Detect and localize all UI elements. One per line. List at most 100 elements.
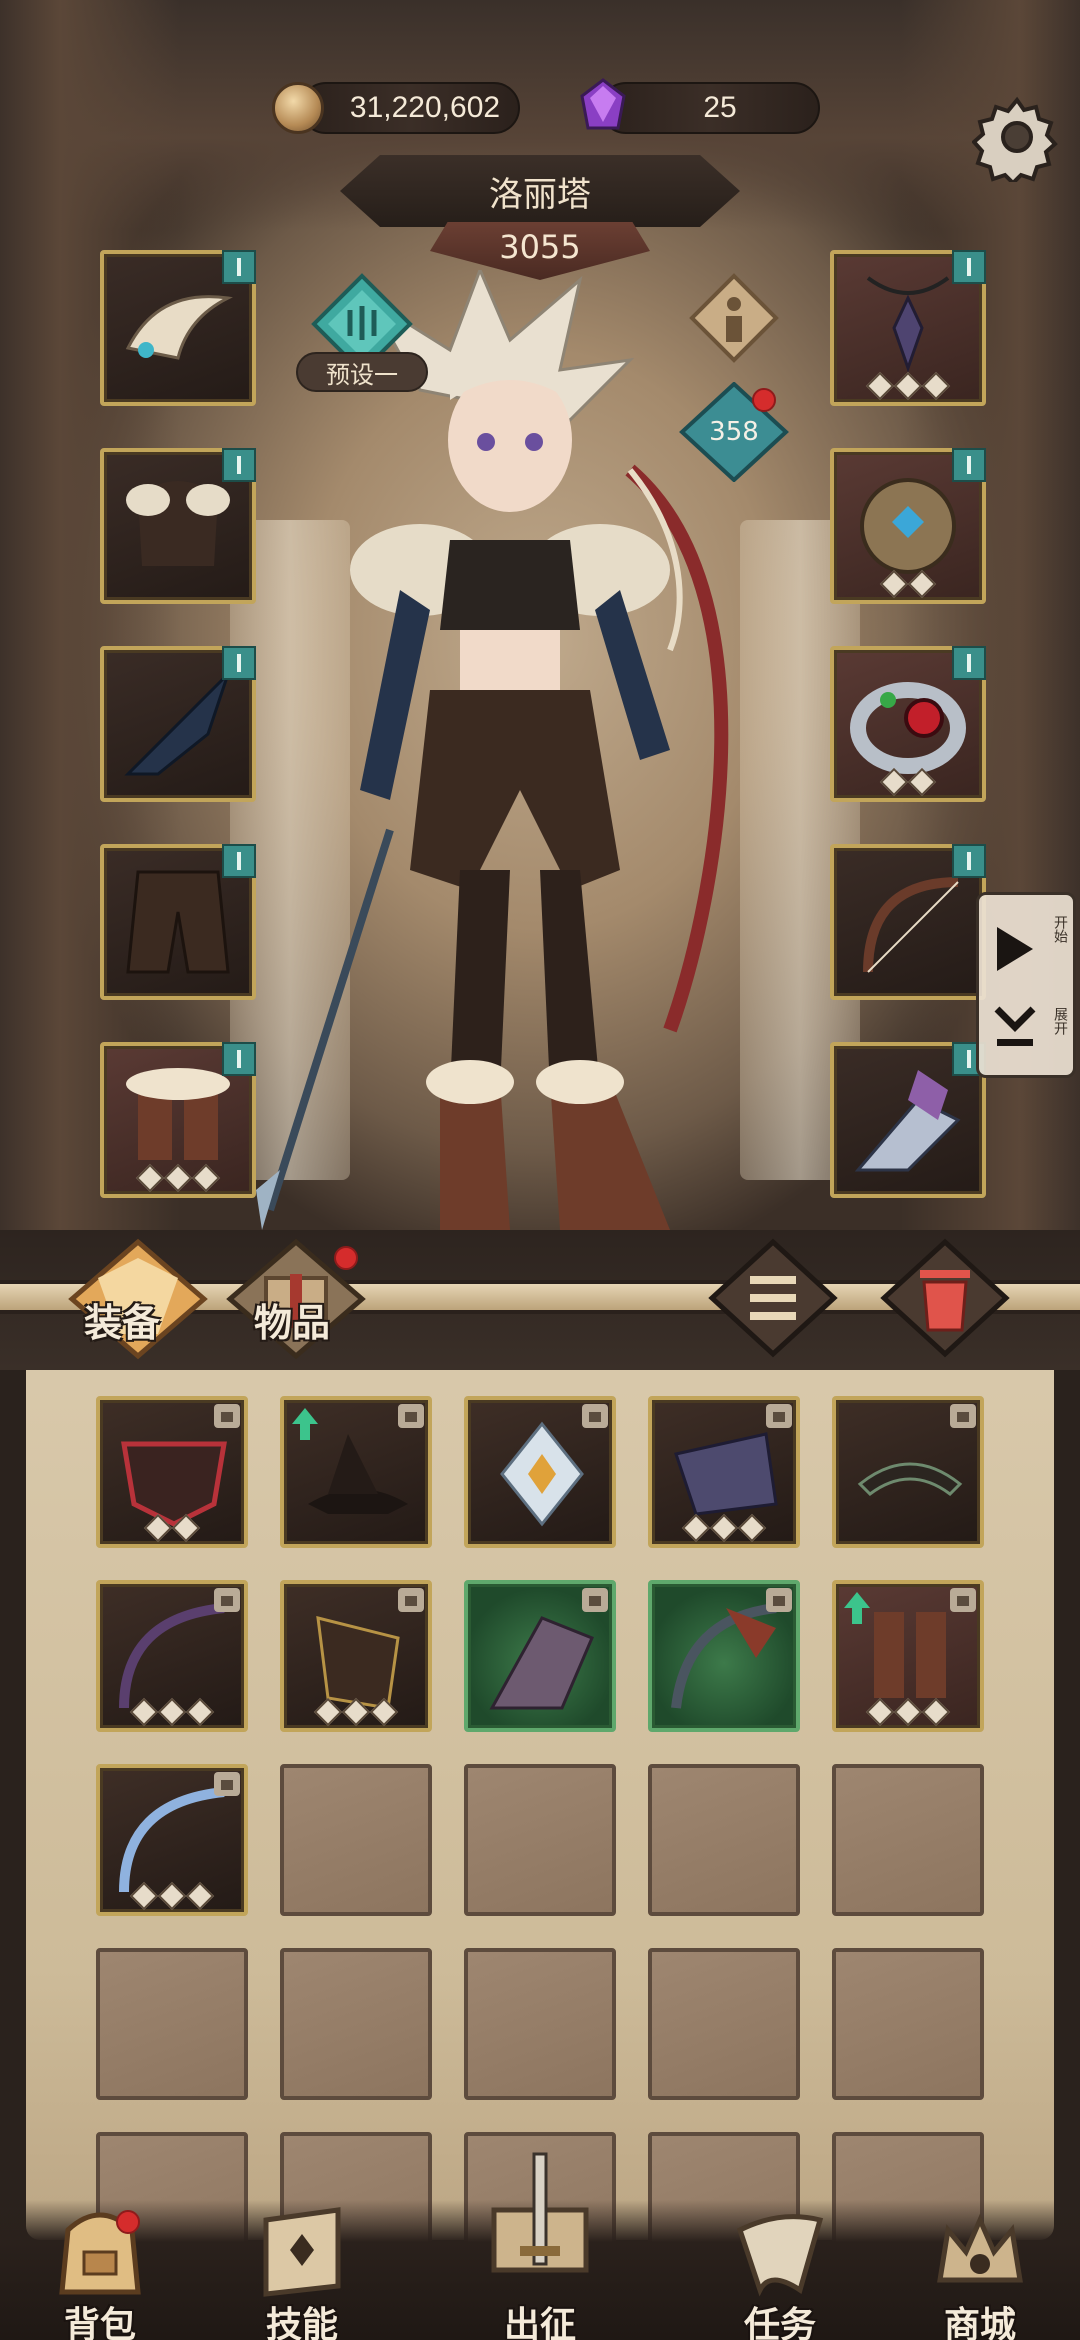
nav-label: 技能: [265, 2305, 338, 2340]
upgrade-arrow-icon: [292, 1408, 318, 1440]
hero-name-plate: 洛丽塔: [340, 155, 740, 227]
sword-banner-icon: [491, 2152, 589, 2273]
nav-expedition[interactable]: 出征: [460, 2150, 620, 2340]
rarity-pips: [129, 1881, 215, 1911]
inventory-slot[interactable]: [280, 1396, 432, 1548]
lock-icon[interactable]: [764, 1586, 794, 1614]
dark-gauntlet-icon: [124, 672, 230, 776]
lock-icon[interactable]: [212, 1402, 242, 1430]
gold-coin-icon: [272, 82, 324, 134]
rarity-pips: [879, 767, 937, 797]
gold-amount: 31,220,602: [349, 91, 501, 124]
feather-amulet-icon: [860, 478, 956, 574]
beast-skull-helm-icon: [489, 1616, 594, 1710]
inventory-slot-empty[interactable]: [464, 1764, 616, 1916]
nav-label: 背包: [63, 2305, 136, 2340]
lock-icon[interactable]: [580, 1586, 610, 1614]
hero-class-icon[interactable]: [688, 272, 780, 364]
rarity-pips: [313, 1697, 399, 1727]
equip-slot-offhand[interactable]: [830, 1042, 986, 1198]
lock-icon[interactable]: [948, 1402, 978, 1430]
ruby-ring-icon: [850, 682, 966, 774]
equip-slot-amulet[interactable]: [830, 448, 986, 604]
lock-icon[interactable]: [764, 1402, 794, 1430]
equip-slot-necklace[interactable]: [830, 250, 986, 406]
slot-tag-icon: [222, 250, 256, 284]
gem-counter: 25: [600, 82, 820, 134]
rarity-pips: [135, 1163, 221, 1193]
lock-icon[interactable]: [580, 1402, 610, 1430]
inventory-slot-empty[interactable]: [832, 1948, 984, 2100]
inventory-slot-empty[interactable]: [648, 1948, 800, 2100]
leather-pants-icon: [126, 870, 230, 974]
nav-skills[interactable]: 技能: [222, 2200, 382, 2340]
nav-label: 商城: [943, 2305, 1016, 2340]
rarity-pips: [865, 1697, 951, 1727]
equip-slot-weapon[interactable]: [830, 844, 986, 1000]
backpack-notification-dot: [116, 2210, 140, 2234]
upgrade-arrow-icon: [844, 1592, 870, 1624]
nav-backpack[interactable]: 背包: [20, 2200, 180, 2340]
lock-icon[interactable]: [948, 1586, 978, 1614]
slot-tag-icon: [952, 646, 986, 680]
spiked-quiver-icon: [854, 1070, 961, 1172]
purple-gem-icon: [580, 78, 626, 130]
crystal-crown-icon: [500, 1421, 584, 1527]
tab-equipment[interactable]: 装备: [84, 1292, 160, 1347]
equip-slot-armor[interactable]: [100, 448, 256, 604]
lock-icon[interactable]: [212, 1586, 242, 1614]
slot-tag-icon: [952, 448, 986, 482]
inventory-slot-empty[interactable]: [280, 1948, 432, 2100]
tab-items[interactable]: 物品: [254, 1292, 330, 1347]
inventory-slot-empty[interactable]: [648, 1764, 800, 1916]
equip-slot-gloves[interactable]: [100, 646, 256, 802]
slot-tag-icon: [222, 1042, 256, 1076]
equip-slot-boots[interactable]: [100, 1042, 256, 1198]
settings-gear-icon[interactable]: [972, 92, 1062, 182]
trash-icon[interactable]: [880, 1238, 1010, 1358]
nav-shop[interactable]: 商城: [900, 2200, 1060, 2340]
auto-battle-panel[interactable]: 开始 展开: [976, 892, 1076, 1078]
hero-name: 洛丽塔: [489, 174, 591, 215]
bat-wing-bow-icon: [671, 1603, 777, 1709]
inventory-slot[interactable]: [464, 1396, 616, 1548]
expand-label: 展开: [1052, 1007, 1068, 1035]
sort-list-icon[interactable]: [708, 1238, 838, 1358]
inventory-slot[interactable]: [96, 1580, 248, 1732]
nav-quests[interactable]: 任务: [700, 2200, 860, 2340]
inventory-slot-empty[interactable]: [280, 1764, 432, 1916]
inventory-slot[interactable]: [832, 1580, 984, 1732]
inventory-slot[interactable]: [96, 1764, 248, 1916]
play-icon[interactable]: [993, 925, 1037, 973]
rarity-pips: [681, 1513, 767, 1543]
equip-slot-helmet[interactable]: [100, 250, 256, 406]
lock-icon[interactable]: [212, 1770, 242, 1798]
crystal-pendant-icon: [866, 276, 950, 373]
inventory-slot-empty[interactable]: [96, 1948, 248, 2100]
equip-slot-ring[interactable]: [830, 646, 986, 802]
inventory-slot[interactable]: [280, 1580, 432, 1732]
slot-tag-icon: [222, 448, 256, 482]
gold-counter: 31,220,602: [300, 82, 520, 134]
lock-icon[interactable]: [396, 1402, 426, 1430]
inventory-slot[interactable]: [832, 1396, 984, 1548]
inventory-slot[interactable]: [648, 1396, 800, 1548]
slot-tag-icon: [222, 844, 256, 878]
collapse-down-icon[interactable]: [993, 1005, 1037, 1053]
horn-icon: [736, 2214, 824, 2297]
inventory-slot[interactable]: [464, 1580, 616, 1732]
inventory-slot[interactable]: [96, 1396, 248, 1548]
preset-selector[interactable]: 预设一: [296, 352, 428, 392]
nav-label: 出征: [503, 2305, 576, 2340]
rarity-pips: [143, 1513, 201, 1543]
nav-label: 任务: [743, 2305, 816, 2340]
equip-slot-pants[interactable]: [100, 844, 256, 1000]
inventory-slot-empty[interactable]: [832, 1764, 984, 1916]
rarity-pips: [879, 569, 937, 599]
inventory-slot-empty[interactable]: [464, 1948, 616, 2100]
longbow-icon: [863, 877, 959, 973]
inventory-slot[interactable]: [648, 1580, 800, 1732]
shop-crown-icon: [937, 2213, 1023, 2283]
lock-icon[interactable]: [396, 1586, 426, 1614]
slot-tag-icon: [952, 844, 986, 878]
